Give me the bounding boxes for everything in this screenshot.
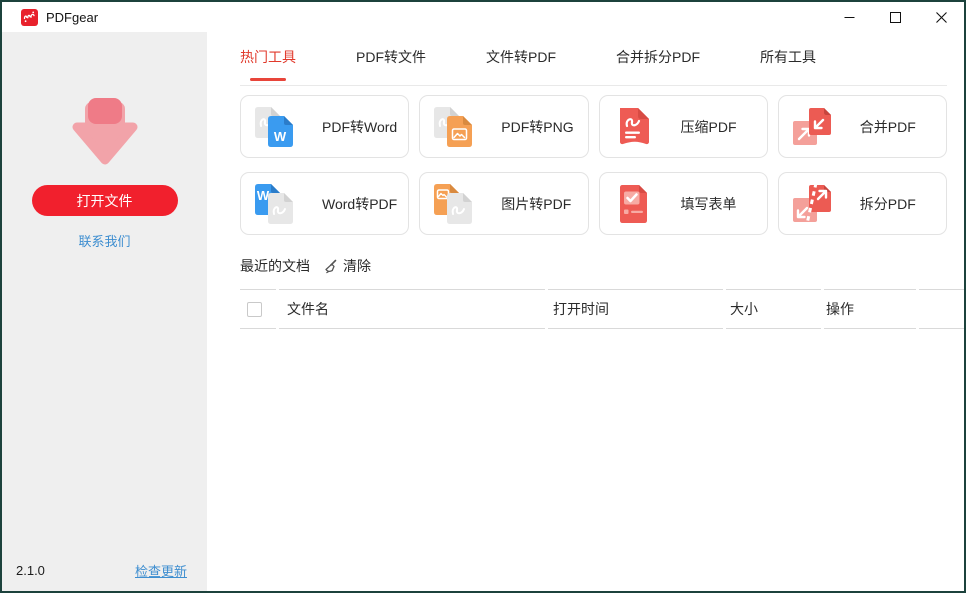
card-pdf-to-word[interactable]: W PDF转Word xyxy=(240,95,410,158)
main-area: 热门工具 PDF转文件 文件转PDF 合并拆分PDF 所有工具 W PDF转Wo… xyxy=(207,32,964,591)
tool-card-grid: W PDF转Word PDF转PNG 压缩PDF 合并PDF W Word转PD… xyxy=(240,95,947,235)
column-size: 大小 xyxy=(726,289,821,329)
window-controls xyxy=(826,2,964,32)
title-bar: PDFgear xyxy=(2,2,964,32)
header-filler-cell xyxy=(919,289,964,329)
card-image-to-pdf[interactable]: 图片转PDF xyxy=(419,172,589,235)
sidebar: 打开文件 联系我们 2.1.0 检查更新 xyxy=(2,32,207,591)
tab-hot-tools[interactable]: 热门工具 xyxy=(240,47,296,67)
card-merge-pdf[interactable]: 合并PDF xyxy=(777,95,947,158)
fill-forms-icon xyxy=(619,184,647,223)
pdf-to-word-icon: W xyxy=(255,106,293,147)
svg-text:W: W xyxy=(257,188,270,203)
tool-label: Word转PDF xyxy=(322,195,398,212)
sidebar-footer: 2.1.0 检查更新 xyxy=(16,561,187,580)
column-filename: 文件名 xyxy=(279,289,545,329)
merge-pdf-icon xyxy=(792,107,831,145)
image-to-pdf-icon xyxy=(434,183,473,224)
recent-files-table-header: 文件名 打开时间 大小 操作 xyxy=(240,289,964,329)
tab-all-tools[interactable]: 所有工具 xyxy=(760,47,816,67)
clear-label: 清除 xyxy=(343,258,371,274)
contact-us-link[interactable]: 联系我们 xyxy=(78,231,130,250)
svg-text:W: W xyxy=(274,129,287,144)
card-pdf-to-png[interactable]: PDF转PNG xyxy=(419,95,589,158)
app-logo-icon xyxy=(21,8,38,26)
tool-label: PDF转PNG xyxy=(501,118,574,135)
header-checkbox-cell xyxy=(240,289,276,329)
card-fill-forms[interactable]: 填写表单 xyxy=(598,172,768,235)
download-arrow-icon xyxy=(67,98,143,175)
version-label: 2.1.0 xyxy=(16,563,45,578)
clear-recent-button[interactable]: 清除 xyxy=(322,256,371,276)
tool-tabs: 热门工具 PDF转文件 文件转PDF 合并拆分PDF 所有工具 xyxy=(240,32,947,86)
split-pdf-icon xyxy=(792,182,831,224)
select-all-checkbox[interactable] xyxy=(247,301,262,317)
tab-merge-split-pdf[interactable]: 合并拆分PDF xyxy=(616,47,700,67)
app-title: PDFgear xyxy=(46,9,99,25)
recent-documents-title: 最近的文档 xyxy=(240,258,310,274)
broom-icon xyxy=(325,259,337,274)
column-open-time: 打开时间 xyxy=(548,289,723,329)
open-file-button[interactable]: 打开文件 xyxy=(31,185,178,216)
card-split-pdf[interactable]: 拆分PDF xyxy=(777,172,947,235)
tool-label: 拆分PDF xyxy=(859,195,916,212)
recent-documents-row: 最近的文档 清除 xyxy=(240,256,947,276)
tool-label: PDF转Word xyxy=(322,118,398,135)
minimize-icon[interactable] xyxy=(826,2,872,32)
pdf-to-png-icon xyxy=(434,106,473,147)
app-window: PDFgear 打开文件 联系我们 2.1.0 检查更新 热门工具 PDF转文件… xyxy=(0,0,966,593)
word-to-pdf-icon: W xyxy=(255,183,293,224)
tool-label: 压缩PDF xyxy=(680,118,737,135)
check-update-link[interactable]: 检查更新 xyxy=(135,561,187,580)
tool-label: 填写表单 xyxy=(680,195,737,212)
tool-label: 图片转PDF xyxy=(501,195,572,212)
column-operations: 操作 xyxy=(824,289,916,329)
card-compress-pdf[interactable]: 压缩PDF xyxy=(598,95,768,158)
tab-pdf-to-file[interactable]: PDF转文件 xyxy=(356,47,426,67)
tab-file-to-pdf[interactable]: 文件转PDF xyxy=(486,47,556,67)
close-icon[interactable] xyxy=(918,2,964,32)
card-word-to-pdf[interactable]: W Word转PDF xyxy=(240,172,410,235)
tool-label: 合并PDF xyxy=(859,118,916,135)
maximize-icon[interactable] xyxy=(872,2,918,32)
compress-pdf-icon xyxy=(619,107,649,144)
